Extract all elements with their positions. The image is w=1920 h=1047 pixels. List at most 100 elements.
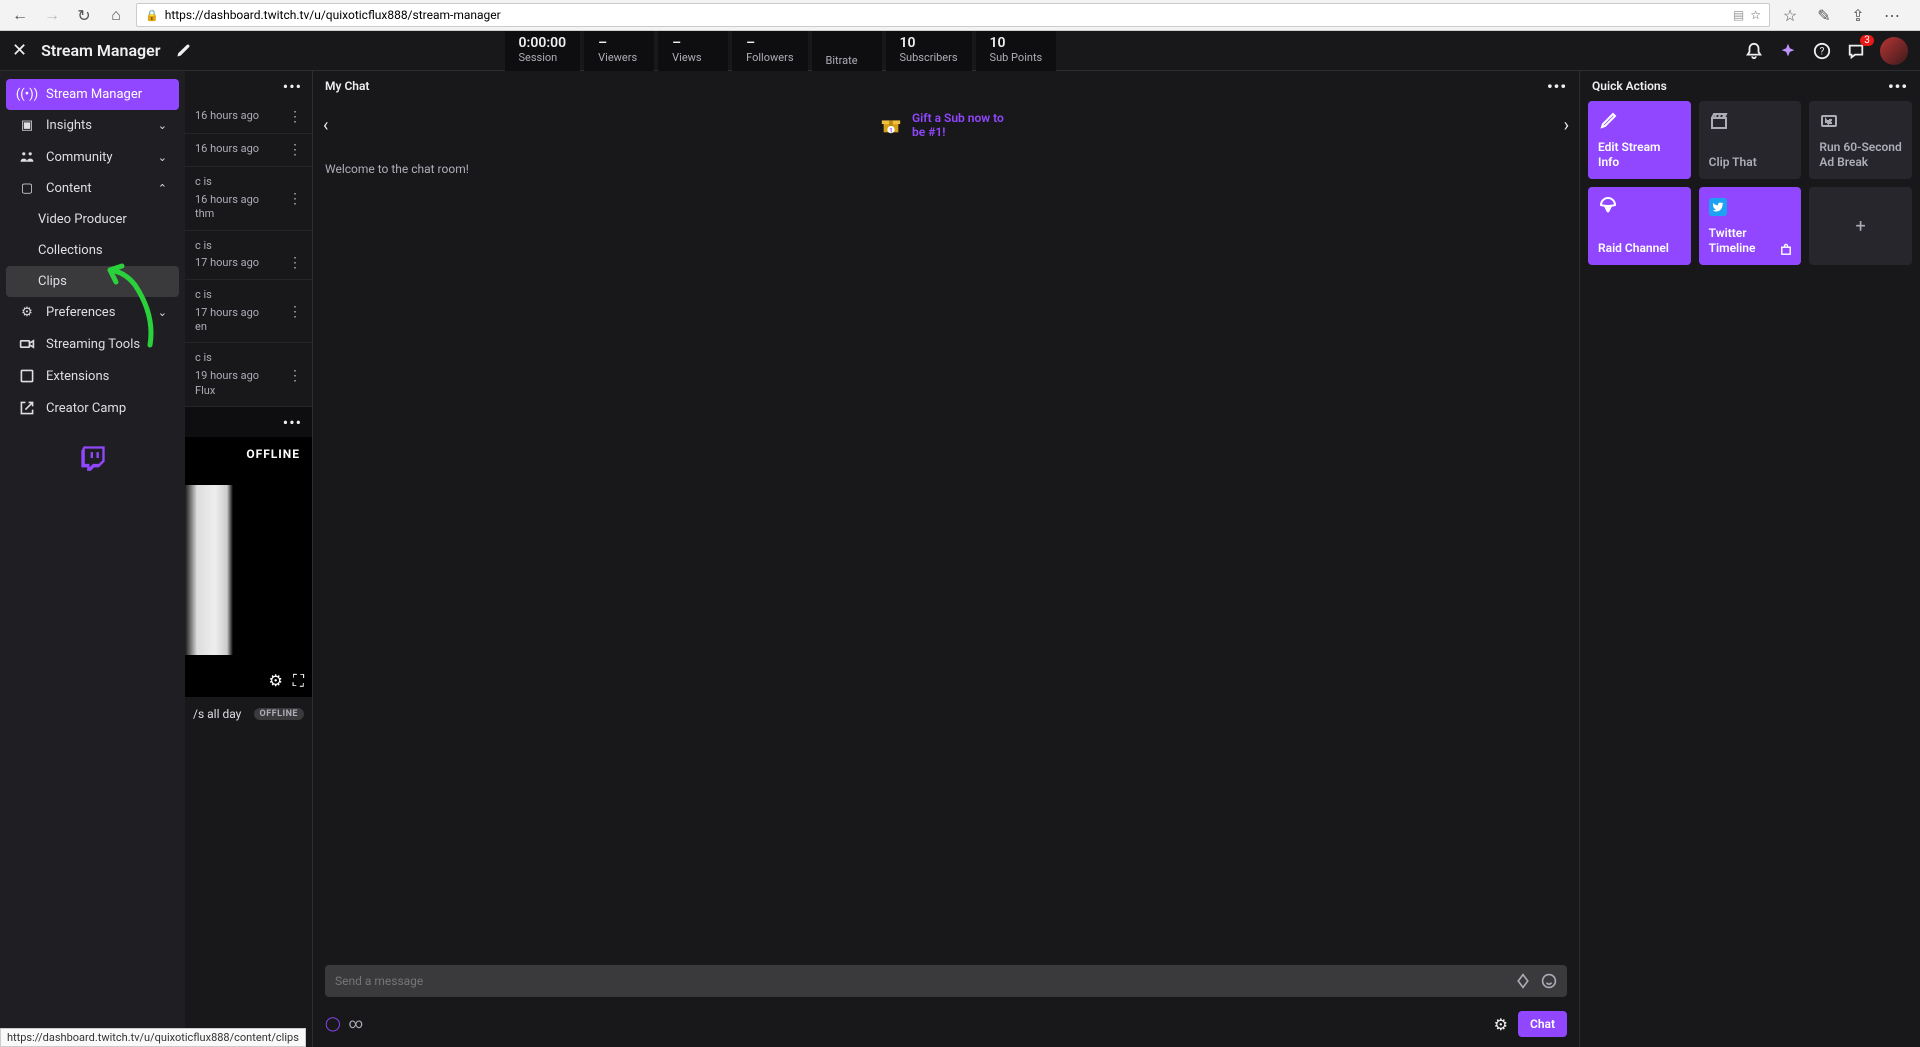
offline-badge: OFFLINE [246,447,300,461]
feed-item[interactable]: c is 19 hours ago⋮ Flux [185,343,312,407]
stat-subscribers: 10 Subscribers [886,31,972,71]
bits-icon[interactable] [1515,973,1531,989]
share-icon[interactable]: ⇪ [1846,3,1870,27]
reader-icon[interactable]: ▤ [1733,8,1744,22]
preview-image [185,485,245,655]
insights-icon: ▣ [18,118,36,133]
sidebar-item-extensions[interactable]: Extensions [6,360,179,392]
stat-session: 0:00:00 Session [505,31,581,71]
extension-icon [1779,243,1793,257]
preview-fullscreen-icon[interactable]: ⛶ [293,671,304,691]
feed-time: 16 hours ago [195,193,259,206]
chat-settings-icon[interactable]: ⚙ [1494,1015,1508,1034]
qa-edit-stream-info[interactable]: Edit Stream Info [1588,101,1691,179]
feed-item[interactable]: c is 16 hours ago⋮ thm [185,167,312,231]
forward-button[interactable]: → [40,3,64,27]
chat-menu-icon[interactable]: ••• [1547,77,1567,96]
channel-points-icon[interactable]: ◯ [325,1016,341,1032]
feed-item-menu[interactable]: ⋮ [288,368,302,384]
sparkle-icon[interactable] [1778,41,1798,61]
chat-send-button[interactable]: Chat [1518,1011,1567,1037]
preview-menu-icon[interactable]: ••• [283,413,302,432]
feed-item[interactable]: c is 17 hours ago⋮ en [185,280,312,344]
chat-input[interactable] [335,974,1515,988]
chat-title: My Chat [325,79,369,93]
preview-settings-icon[interactable]: ⚙ [268,671,282,691]
stat-session-val: 0:00:00 [519,35,567,51]
chat-panel: My Chat ••• ‹ 1 Gift a Sub now to be #1!… [313,71,1580,1047]
sidebar-label: Preferences [46,305,115,320]
chat-input-container[interactable] [325,965,1567,997]
sidebar-item-streaming-tools[interactable]: Streaming Tools [6,328,179,360]
banner-next-icon[interactable]: › [1564,115,1569,136]
user-avatar[interactable] [1880,37,1908,65]
stream-title: /s all day [193,707,241,721]
qa-add-action[interactable]: + [1809,187,1912,265]
close-button[interactable]: ✕ [12,40,27,61]
gift-banner[interactable]: ‹ 1 Gift a Sub now to be #1! › [313,101,1579,150]
offline-pill: OFFLINE [254,708,305,720]
sidebar-item-stream-manager[interactable]: ((•)) Stream Manager [6,79,179,110]
edit-layout-icon[interactable] [175,43,191,59]
notif-badge: 3 [1860,35,1874,46]
feed-item-menu[interactable]: ⋮ [288,142,302,158]
banner-prev-icon[interactable]: ‹ [323,115,328,136]
twitter-icon [1709,197,1792,218]
chevron-down-icon: ⌄ [158,119,167,132]
feed-item-menu[interactable]: ⋮ [288,304,302,320]
qa-menu-icon[interactable]: ••• [1888,77,1908,96]
feed-item-menu[interactable]: ⋮ [288,255,302,271]
sidebar-label: Creator Camp [46,401,126,416]
stream-preview[interactable]: OFFLINE ⚙ ⛶ [185,437,312,697]
sidebar-sub-clips[interactable]: Clips [6,266,179,297]
back-button[interactable]: ← [8,3,32,27]
twitch-logo[interactable] [79,444,107,472]
more-icon[interactable]: ⋯ [1880,3,1904,27]
svg-text:?: ? [1820,46,1825,57]
notifications-icon[interactable] [1744,41,1764,61]
qa-run-ad[interactable]: Run 60-Second Ad Break [1809,101,1912,179]
feed-item-menu[interactable]: ⋮ [288,109,302,125]
feed-item-menu[interactable]: ⋮ [288,191,302,207]
feed-text: en [195,320,302,334]
broadcast-icon: ((•)) [18,87,36,102]
sidebar-item-preferences[interactable]: ⚙ Preferences ⌄ [6,297,179,328]
whispers-icon[interactable]: 3 [1846,41,1866,61]
help-icon[interactable]: ? [1812,41,1832,61]
sidebar-label: Streaming Tools [46,337,140,352]
feed-item[interactable]: c is 17 hours ago⋮ [185,231,312,280]
external-link-icon [18,400,36,416]
sidebar-sub-video-producer[interactable]: Video Producer [0,204,185,235]
star-icon[interactable]: ☆ [1750,8,1761,22]
sidebar-item-creator-camp[interactable]: Creator Camp [6,392,179,424]
activity-menu-icon[interactable]: ••• [283,77,302,96]
page-title: Stream Manager [41,41,160,60]
favorites-icon[interactable]: ☆ [1778,3,1802,27]
qa-label: Run 60-Second Ad Break [1819,140,1902,169]
activity-header: ••• [185,71,312,101]
lock-icon: 🔒 [145,9,159,22]
qa-raid-channel[interactable]: Raid Channel [1588,187,1691,265]
stat-viewers: – Viewers [584,31,654,71]
feed-text: c is [195,288,212,302]
sidebar-item-content[interactable]: ▢ Content ⌃ [6,173,179,204]
qa-clip-that[interactable]: Clip That [1699,101,1802,179]
qa-label: Clip That [1709,155,1792,169]
home-button[interactable]: ⌂ [104,3,128,27]
stat-bitrate-val [826,40,866,50]
stat-subscribers-val: 10 [900,35,958,51]
qa-twitter-timeline[interactable]: Twitter Timeline [1699,187,1802,265]
sidebar-sub-collections[interactable]: Collections [0,235,185,266]
sidebar-label: Community [46,150,113,165]
feed-item[interactable]: 16 hours ago ⋮ [185,134,312,167]
refresh-button[interactable]: ↻ [72,3,96,27]
clapper-icon [1709,111,1792,131]
url-bar[interactable]: 🔒 ▤ ☆ [136,3,1770,27]
sidebar-item-community[interactable]: Community ⌄ [6,141,179,173]
chat-bottom-bar: ◯ ∞ ⚙ Chat [313,1005,1579,1047]
sidebar-item-insights[interactable]: ▣ Insights ⌄ [6,110,179,141]
emote-icon[interactable] [1541,973,1557,989]
url-input[interactable] [165,8,1727,22]
notes-icon[interactable]: ✎ [1812,3,1836,27]
feed-item[interactable]: 16 hours ago ⋮ [185,101,312,134]
